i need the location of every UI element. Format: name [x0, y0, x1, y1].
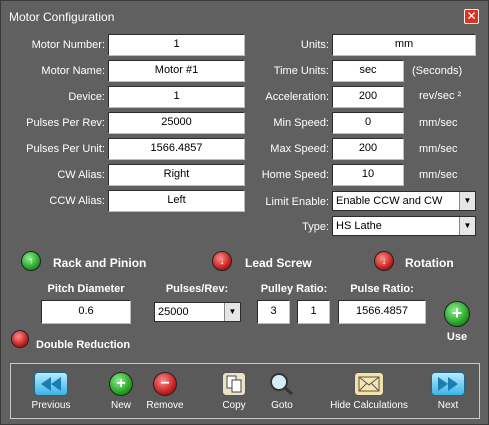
hide-calculations-label: Hide Calculations — [330, 400, 408, 411]
cw-alias-label: CW Alias: — [57, 169, 105, 181]
pulses-rev-label: Pulses/Rev: — [165, 283, 229, 295]
double-reduction-label: Double Reduction — [36, 339, 131, 351]
time-units-label: Time Units: — [273, 65, 329, 77]
double-reduction-radio[interactable] — [11, 330, 29, 348]
pulses-rev-select[interactable]: 25000 ▼ — [154, 302, 241, 322]
ccw-alias-label: CCW Alias: — [49, 195, 105, 207]
chevron-down-icon[interactable]: ▼ — [224, 303, 240, 321]
home-speed-field[interactable]: 10 — [332, 164, 404, 186]
pulse-ratio-label: Pulse Ratio: — [350, 283, 414, 295]
use-label: Use — [446, 331, 468, 343]
device-label: Device: — [68, 91, 105, 103]
use-button[interactable]: + — [444, 301, 470, 327]
rewind-icon — [34, 372, 68, 396]
hide-calculations-button[interactable]: Hide Calculations — [324, 372, 414, 411]
home-speed-unit: mm/sec — [419, 169, 458, 181]
minus-icon: − — [153, 372, 177, 396]
acceleration-field[interactable]: 200 — [332, 86, 404, 108]
min-speed-unit: mm/sec — [419, 117, 458, 129]
cw-alias-field[interactable]: Right — [108, 164, 245, 186]
close-icon[interactable]: ✕ — [464, 9, 479, 24]
pulses-per-unit-field[interactable]: 1566.4857 — [108, 138, 245, 160]
max-speed-label: Max Speed: — [270, 143, 329, 155]
pitch-diameter-label: Pitch Diameter — [47, 283, 125, 295]
limit-enable-select[interactable]: Enable CCW and CW ▼ — [332, 191, 476, 211]
type-select[interactable]: HS Lathe ▼ — [332, 216, 476, 236]
plus-icon: + — [109, 372, 133, 396]
min-speed-label: Min Speed: — [273, 117, 329, 129]
copy-button[interactable]: Copy — [214, 372, 254, 411]
time-units-field[interactable]: sec — [332, 60, 404, 82]
time-units-unit: (Seconds) — [412, 65, 463, 77]
rack-and-pinion-radio[interactable]: ↑ — [21, 251, 41, 271]
remove-button[interactable]: − Remove — [142, 372, 188, 411]
next-label: Next — [437, 400, 459, 411]
fast-forward-icon — [431, 372, 465, 396]
envelope-icon — [354, 372, 384, 396]
home-speed-label: Home Speed: — [261, 169, 329, 181]
motor-number-label: Motor Number: — [31, 39, 105, 51]
pulse-ratio-field[interactable]: 1566.4857 — [338, 300, 426, 324]
previous-label: Previous — [31, 400, 71, 411]
acceleration-unit: rev/sec ² — [419, 90, 462, 102]
copy-icon — [222, 372, 246, 396]
max-speed-unit: mm/sec — [419, 143, 458, 155]
pulley-ratio-b-field[interactable]: 1 — [297, 300, 330, 324]
lead-screw-label: Lead Screw — [245, 256, 312, 270]
motor-name-label: Motor Name: — [41, 65, 105, 77]
rotation-label: Rotation — [405, 256, 454, 270]
lead-screw-radio[interactable]: ↓ — [212, 251, 232, 271]
previous-button[interactable]: Previous — [26, 372, 76, 411]
pulley-ratio-a-field[interactable]: 3 — [257, 300, 290, 324]
device-field[interactable]: 1 — [108, 86, 245, 108]
units-label: Units: — [300, 39, 329, 51]
pulses-per-unit-label: Pulses Per Unit: — [26, 143, 105, 155]
motor-configuration-window: Motor Configuration ✕ Motor Number: 1 Mo… — [0, 0, 489, 425]
chevron-down-icon[interactable]: ▼ — [459, 192, 475, 210]
ccw-alias-field[interactable]: Left — [108, 190, 245, 212]
pulses-per-rev-field[interactable]: 25000 — [108, 112, 245, 134]
window-title: Motor Configuration — [9, 10, 115, 24]
min-speed-field[interactable]: 0 — [332, 112, 404, 134]
magnifier-icon — [269, 372, 295, 396]
acceleration-label: Acceleration: — [265, 91, 329, 103]
goto-label: Goto — [271, 400, 293, 411]
chevron-down-icon[interactable]: ▼ — [459, 217, 475, 235]
type-label: Type: — [302, 221, 329, 233]
units-field[interactable]: mm — [332, 34, 476, 56]
goto-button[interactable]: Goto — [262, 372, 302, 411]
motor-name-field[interactable]: Motor #1 — [108, 60, 245, 82]
copy-label: Copy — [222, 400, 246, 411]
bottom-toolbar: Previous + New − Remove Copy Goto Hide C… — [10, 363, 480, 419]
max-speed-field[interactable]: 200 — [332, 138, 404, 160]
new-button[interactable]: + New — [99, 372, 143, 411]
type-value: HS Lathe — [336, 220, 382, 232]
rack-and-pinion-label: Rack and Pinion — [53, 256, 147, 270]
next-button[interactable]: Next — [423, 372, 473, 411]
pulses-rev-value: 25000 — [158, 306, 189, 318]
pulses-per-rev-label: Pulses Per Rev: — [26, 117, 105, 129]
remove-label: Remove — [146, 400, 184, 411]
new-label: New — [110, 400, 131, 411]
rotation-radio[interactable]: ↓ — [374, 251, 394, 271]
limit-enable-value: Enable CCW and CW — [336, 195, 443, 207]
limit-enable-label: Limit Enable: — [265, 196, 329, 208]
pulley-ratio-label: Pulley Ratio: — [260, 283, 328, 295]
motor-number-field[interactable]: 1 — [108, 34, 245, 56]
pitch-diameter-field[interactable]: 0.6 — [41, 300, 131, 324]
